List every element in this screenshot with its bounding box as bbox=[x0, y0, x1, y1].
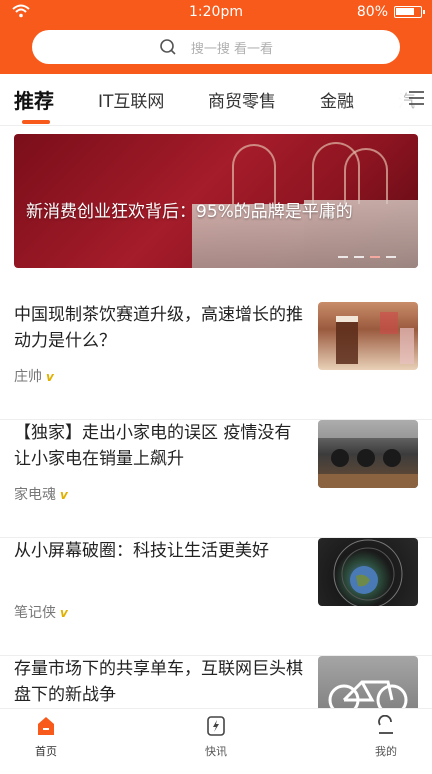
status-bar: 1:20pm 80% bbox=[0, 0, 432, 24]
article-author: 笔记侠 v bbox=[14, 602, 68, 622]
verified-badge-icon: v bbox=[60, 606, 68, 620]
headphones-display-image bbox=[318, 420, 418, 488]
article-thumbnail bbox=[318, 302, 418, 370]
author-name: 家电魂 bbox=[14, 487, 56, 503]
nav-home[interactable]: 首页 bbox=[6, 715, 86, 759]
nav-profile-label: 我的 bbox=[375, 745, 397, 758]
search-placeholder: 搜一搜 看一看 bbox=[190, 41, 274, 57]
battery-percent: 80% bbox=[356, 4, 388, 20]
banner-title: 新消费创业狂欢背后：95%的品牌是平庸的 bbox=[26, 202, 353, 222]
category-tabs: 推荐 IT互联网 商贸零售 金融 汽 bbox=[0, 74, 432, 126]
tab-finance[interactable]: 金融 bbox=[320, 87, 354, 112]
carousel-dot bbox=[338, 256, 348, 258]
battery-icon bbox=[394, 6, 425, 18]
carousel-dot bbox=[386, 256, 396, 258]
carousel-dot-active bbox=[370, 256, 380, 258]
nav-home-label: 首页 bbox=[35, 745, 57, 758]
verified-badge-icon: v bbox=[46, 370, 54, 384]
earth-clock-image bbox=[333, 539, 403, 606]
tab-retail[interactable]: 商贸零售 bbox=[208, 87, 276, 112]
bag-handle bbox=[344, 148, 388, 204]
article-author: 庄帅 v bbox=[14, 366, 54, 386]
article-item[interactable]: 中国现制茶饮赛道升级，高速增长的推动力是什么？ 庄帅 v bbox=[0, 302, 432, 420]
nav-flash-news-label: 快讯 bbox=[205, 745, 227, 758]
article-headline: 中国现制茶饮赛道升级，高速增长的推动力是什么？ bbox=[14, 305, 303, 351]
home-icon bbox=[38, 717, 54, 735]
author-name: 庄帅 bbox=[14, 369, 42, 385]
article-headline: 存量市场下的共享单车，互联网巨头棋盘下的新战争 bbox=[14, 659, 303, 705]
profile-icon bbox=[378, 715, 393, 734]
bag-handle bbox=[232, 144, 276, 204]
carousel-dots bbox=[338, 256, 396, 258]
tab-it-internet[interactable]: IT互联网 bbox=[98, 87, 164, 112]
banner-carousel[interactable]: 新消费创业狂欢背后：95%的品牌是平庸的 bbox=[14, 134, 418, 268]
bottom-navigation: 首页 快讯 我的 bbox=[0, 708, 432, 768]
header: 1:20pm 80% 搜一搜 看一看 bbox=[0, 0, 432, 74]
article-author: 家电魂 v bbox=[14, 484, 68, 504]
tab-fade bbox=[364, 74, 404, 124]
article-headline: 【独家】走出小家电的误区 疫情没有让小家电在销量上飙升 bbox=[14, 423, 292, 469]
article-item[interactable]: 【独家】走出小家电的误区 疫情没有让小家电在销量上飙升 家电魂 v bbox=[0, 420, 432, 538]
nav-profile[interactable]: 我的 bbox=[346, 715, 426, 759]
tab-recommend[interactable]: 推荐 bbox=[14, 85, 54, 114]
active-tab-indicator bbox=[22, 120, 50, 124]
article-thumbnail bbox=[318, 420, 418, 488]
article-thumbnail bbox=[318, 538, 418, 606]
verified-badge-icon: v bbox=[60, 488, 68, 502]
tea-drink-image bbox=[336, 312, 414, 364]
article-item[interactable]: 从小屏幕破圈：科技让生活更美好 笔记侠 v bbox=[0, 538, 432, 656]
menu-icon[interactable] bbox=[406, 90, 424, 106]
carousel-dot bbox=[354, 256, 364, 258]
flash-news-icon bbox=[207, 716, 225, 736]
search-icon bbox=[160, 39, 176, 55]
search-bar[interactable]: 搜一搜 看一看 bbox=[32, 30, 400, 64]
article-headline: 从小屏幕破圈：科技让生活更美好 bbox=[14, 541, 269, 561]
nav-flash-news[interactable]: 快讯 bbox=[176, 715, 256, 759]
author-name: 笔记侠 bbox=[14, 605, 56, 621]
